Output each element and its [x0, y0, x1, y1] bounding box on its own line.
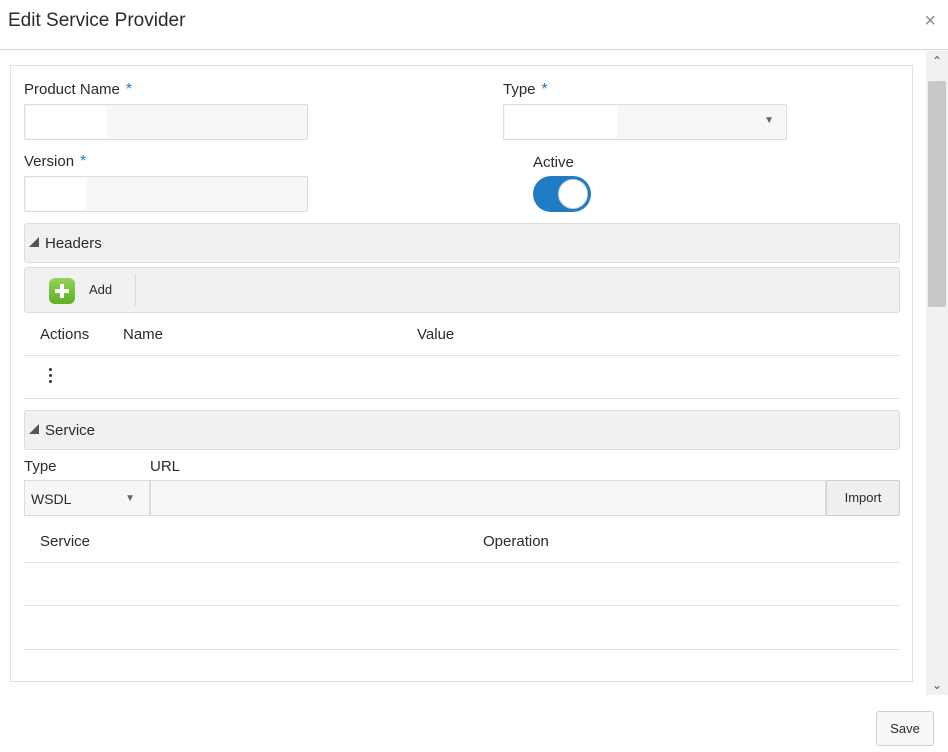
dialog-title: Edit Service Provider	[8, 10, 186, 31]
type-label: Type *	[503, 81, 548, 99]
product-name-label-text: Product Name	[24, 81, 120, 98]
vertical-scrollbar[interactable]: ⌃ ⌄	[926, 51, 948, 695]
version-value	[26, 178, 86, 210]
product-name-label: Product Name *	[24, 81, 132, 99]
url-label: URL	[150, 458, 181, 475]
more-actions-icon[interactable]	[47, 368, 53, 386]
product-name-value	[26, 106, 106, 138]
version-label-text: Version	[24, 153, 75, 170]
column-header-actions: Actions	[40, 326, 90, 343]
service-type-value: WSDL	[31, 491, 72, 507]
service-type-select[interactable]: WSDL ▼	[24, 480, 150, 516]
url-input[interactable]	[150, 480, 826, 516]
headers-section-header[interactable]: Headers	[24, 223, 900, 263]
required-marker: *	[125, 81, 133, 98]
type-select[interactable]: ▼	[503, 104, 787, 140]
toggle-knob	[558, 179, 588, 209]
form-panel: Product Name * Type * ▼ Version * Active He…	[10, 65, 913, 682]
active-label: Active	[533, 154, 574, 171]
required-marker: *	[80, 153, 87, 170]
close-icon[interactable]: ×	[924, 10, 936, 33]
table-divider	[24, 398, 900, 399]
import-button[interactable]: Import	[826, 480, 900, 516]
scroll-down-icon[interactable]: ⌄	[926, 675, 948, 695]
column-header-value: Value	[417, 326, 455, 343]
collapse-triangle-icon	[29, 424, 39, 434]
version-input[interactable]	[24, 176, 308, 212]
table-row	[24, 605, 900, 606]
column-header-operation: Operation	[483, 533, 549, 550]
table-divider	[24, 355, 900, 356]
column-header-service: Service	[40, 533, 91, 550]
service-type-label: Type	[24, 458, 57, 475]
type-label-text: Type	[503, 81, 536, 98]
plus-icon	[49, 278, 75, 304]
dialog-header: Edit Service Provider ×	[0, 0, 948, 50]
toolbar-divider	[135, 274, 136, 306]
version-label: Version *	[24, 153, 86, 171]
active-toggle[interactable]	[533, 176, 591, 212]
column-header-name: Name	[123, 326, 164, 343]
table-divider	[24, 562, 900, 563]
service-section-header[interactable]: Service	[24, 410, 900, 450]
headers-section-title: Headers	[45, 235, 102, 252]
collapse-triangle-icon	[29, 237, 39, 247]
service-section-title: Service	[45, 422, 96, 439]
product-name-input[interactable]	[24, 104, 308, 140]
chevron-down-icon: ▼	[125, 493, 135, 504]
type-select-value	[505, 106, 617, 138]
headers-toolbar: Add	[24, 267, 900, 313]
table-row	[24, 649, 900, 650]
add-label: Add	[89, 282, 113, 297]
scroll-thumb[interactable]	[928, 81, 946, 307]
required-marker: *	[541, 81, 548, 98]
save-button[interactable]: Save	[876, 711, 934, 746]
scroll-up-icon[interactable]: ⌃	[926, 51, 948, 71]
chevron-down-icon: ▼	[764, 115, 774, 126]
